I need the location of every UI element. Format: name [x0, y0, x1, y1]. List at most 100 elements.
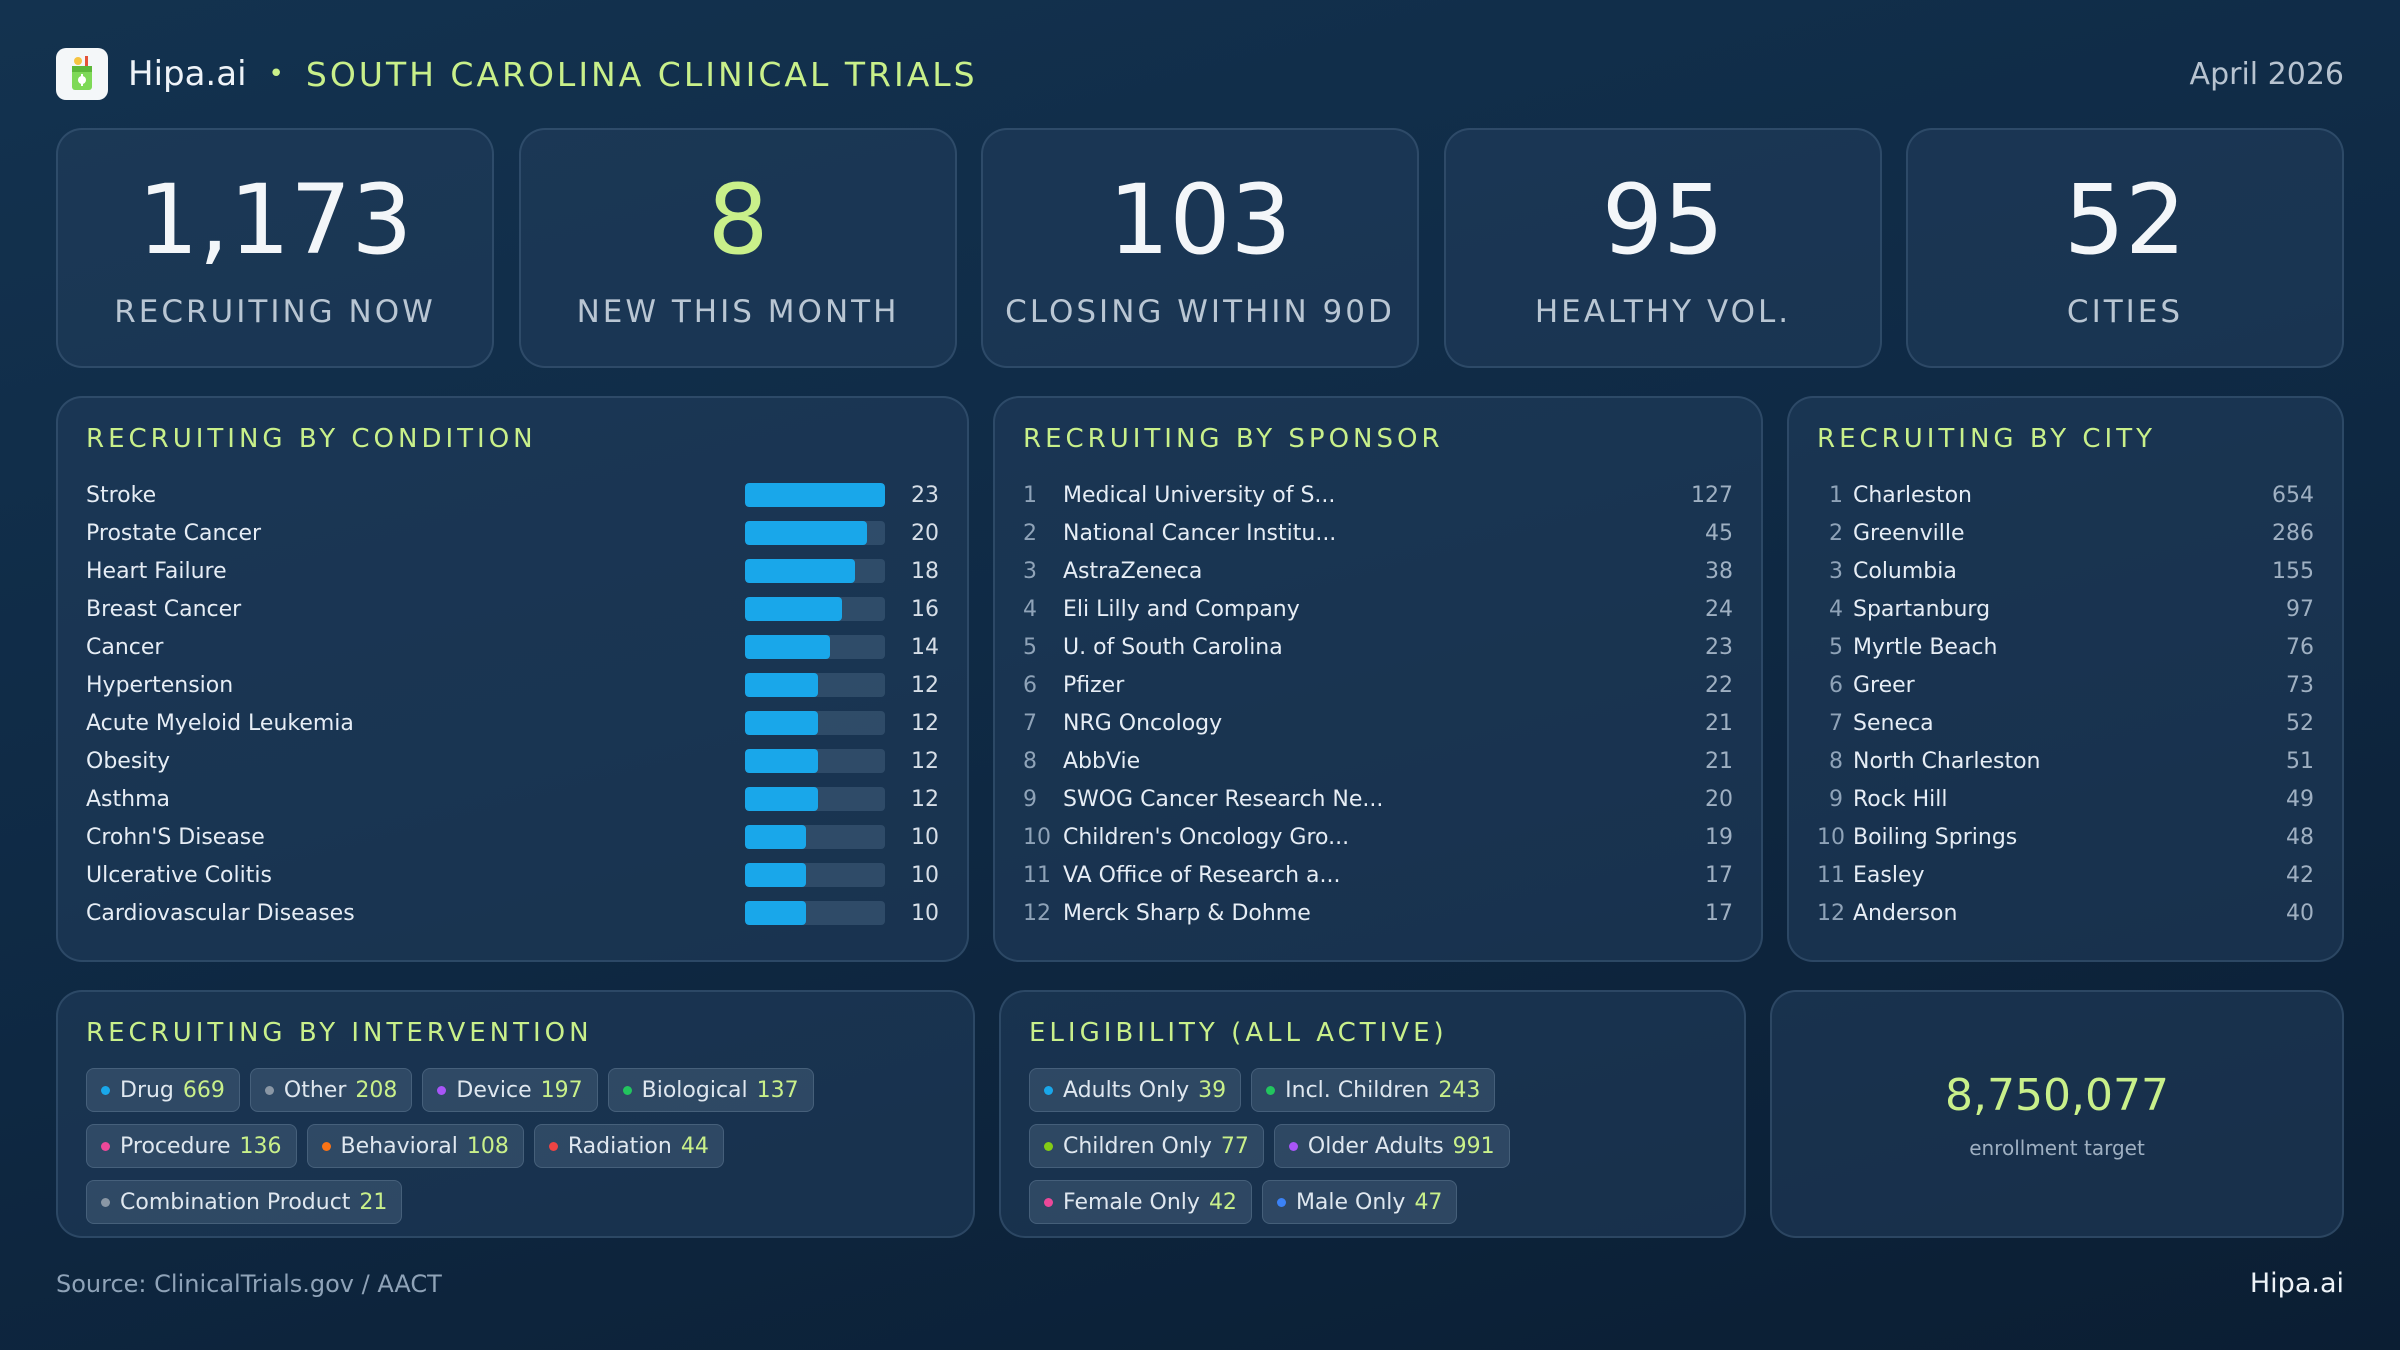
eligibility-value: 47 [1414, 1189, 1443, 1215]
condition-bar [745, 749, 819, 773]
eligibility-panel-title: ELIGIBILITY (ALL ACTIVE) [1029, 1018, 1448, 1048]
condition-bar-track [745, 825, 885, 849]
condition-bar [745, 483, 885, 507]
intervention-value: 44 [680, 1133, 709, 1159]
city-rank: 8 [1829, 748, 1843, 774]
kpi-label: CITIES [2066, 294, 2184, 330]
city-count: 42 [2286, 862, 2314, 888]
sponsor-rank: 10 [1023, 824, 1051, 850]
city-count: 286 [2272, 520, 2314, 546]
kpi-cities: 52 CITIES [1906, 128, 2344, 368]
sponsor-name: AstraZeneca [1063, 558, 1203, 584]
condition-row: Cancer 14 [86, 628, 939, 666]
condition-count: 14 [911, 634, 939, 660]
sponsor-row: 3 AstraZeneca 38 [1023, 552, 1733, 590]
condition-count: 12 [911, 710, 939, 736]
city-count: 155 [2272, 558, 2314, 584]
city-rank: 3 [1829, 558, 1843, 584]
intervention-dot-icon [622, 1085, 632, 1095]
condition-row: Cardiovascular Diseases 10 [86, 894, 939, 932]
intervention-label: Procedure [120, 1133, 231, 1159]
sponsor-row: 7 NRG Oncology 21 [1023, 704, 1733, 742]
kpi-value: 103 [1108, 164, 1292, 276]
sponsor-rank: 7 [1023, 710, 1037, 736]
sponsor-rank: 11 [1023, 862, 1051, 888]
condition-row: Acute Myeloid Leukemia 12 [86, 704, 939, 742]
enrollment-panel: 8,750,077 enrollment target [1770, 990, 2344, 1238]
enrollment-value: 8,750,077 [1945, 1070, 2169, 1121]
sponsor-name: U. of South Carolina [1063, 634, 1283, 660]
intervention-chip: Behavioral 108 [306, 1124, 524, 1168]
condition-panel-title: RECRUITING BY CONDITION [86, 424, 537, 454]
condition-name: Cancer [86, 634, 164, 660]
kpi-value: 8 [707, 164, 769, 276]
sponsor-count: 17 [1705, 900, 1733, 926]
condition-bar-track [745, 521, 885, 545]
intervention-label: Radiation [567, 1133, 672, 1159]
city-list: 1 Charleston 654 2 Greenville 286 3 Columbia 155… [1817, 476, 2314, 932]
condition-name: Asthma [86, 786, 170, 812]
condition-row: Breast Cancer 16 [86, 590, 939, 628]
condition-row: Ulcerative Colitis 10 [86, 856, 939, 894]
condition-count: 23 [911, 482, 939, 508]
kpi-label: NEW THIS MONTH [576, 294, 900, 330]
sponsor-name: SWOG Cancer Research Ne... [1063, 786, 1384, 812]
city-rank: 12 [1817, 900, 1845, 926]
condition-name: Cardiovascular Diseases [86, 900, 355, 926]
kpi-healthy-volunteers: 95 HEALTHY VOL. [1444, 128, 1882, 368]
sponsor-rank: 8 [1023, 748, 1037, 774]
condition-panel: RECRUITING BY CONDITION Stroke 23 Prostate… [56, 396, 969, 962]
condition-count: 10 [911, 862, 939, 888]
intervention-dot-icon [101, 1141, 110, 1151]
sponsor-row: 8 AbbVie 21 [1023, 742, 1733, 780]
eligibility-value: 77 [1220, 1133, 1249, 1159]
city-rank: 4 [1829, 596, 1843, 622]
eligibility-label: Children Only [1063, 1133, 1212, 1159]
condition-bar-track [745, 559, 885, 583]
intervention-panel: RECRUITING BY INTERVENTION Drug 669 Other 2… [56, 990, 975, 1238]
condition-row: Obesity 12 [86, 742, 939, 780]
intervention-label: Combination Product [120, 1189, 351, 1215]
city-count: 51 [2286, 748, 2314, 774]
kpi-recruiting-now: 1,173 RECRUITING NOW [56, 128, 494, 368]
city-name: Myrtle Beach [1853, 634, 1998, 660]
eligibility-label: Adults Only [1063, 1077, 1190, 1103]
kpi-label: RECRUITING NOW [114, 294, 436, 330]
sponsor-count: 24 [1705, 596, 1733, 622]
city-rank: 5 [1829, 634, 1843, 660]
sponsor-count: 127 [1691, 482, 1733, 508]
sponsor-row: 4 Eli Lilly and Company 24 [1023, 590, 1733, 628]
eligibility-label: Female Only [1063, 1189, 1200, 1215]
eligibility-label: Male Only [1295, 1189, 1406, 1215]
source-note: Source: ClinicalTrials.gov / AACT [56, 1270, 442, 1298]
city-count: 52 [2286, 710, 2314, 736]
condition-name: Prostate Cancer [86, 520, 262, 546]
sponsor-row: 11 VA Office of Research a... 17 [1023, 856, 1733, 894]
sponsor-name: Pfizer [1063, 672, 1125, 698]
city-name: Anderson [1853, 900, 1958, 926]
condition-list: Stroke 23 Prostate Cancer 20 Heart Failure 18… [86, 476, 939, 932]
intervention-dot-icon [264, 1085, 274, 1095]
intervention-chips: Drug 669 Other 208 Device 197 Biological 137 Pro… [86, 1068, 953, 1224]
eligibility-chip: Adults Only 39 [1029, 1068, 1242, 1112]
eligibility-value: 39 [1198, 1077, 1227, 1103]
eligibility-chips: Adults Only 39 Incl. Children 243 Children O… [1029, 1068, 1724, 1224]
condition-name: Crohn'S Disease [86, 824, 265, 850]
kpi-value: 95 [1601, 164, 1725, 276]
sponsor-name: Medical University of S... [1063, 482, 1336, 508]
eligibility-chip: Older Adults 991 [1273, 1124, 1510, 1168]
condition-bar-track [745, 635, 885, 659]
condition-bar [745, 559, 855, 583]
intervention-value: 21 [359, 1189, 388, 1215]
city-row: 7 Seneca 52 [1817, 704, 2314, 742]
sponsor-row: 1 Medical University of S... 127 [1023, 476, 1733, 514]
eligibility-chip: Incl. Children 243 [1251, 1068, 1496, 1112]
city-rank: 6 [1829, 672, 1843, 698]
intervention-value: 208 [355, 1077, 398, 1103]
kpi-new-this-month: 8 NEW THIS MONTH [519, 128, 957, 368]
condition-name: Heart Failure [86, 558, 227, 584]
intervention-dot-icon [321, 1141, 331, 1151]
intervention-dot-icon [548, 1141, 558, 1151]
eligibility-dot-icon [1276, 1197, 1286, 1207]
city-row: 11 Easley 42 [1817, 856, 2314, 894]
